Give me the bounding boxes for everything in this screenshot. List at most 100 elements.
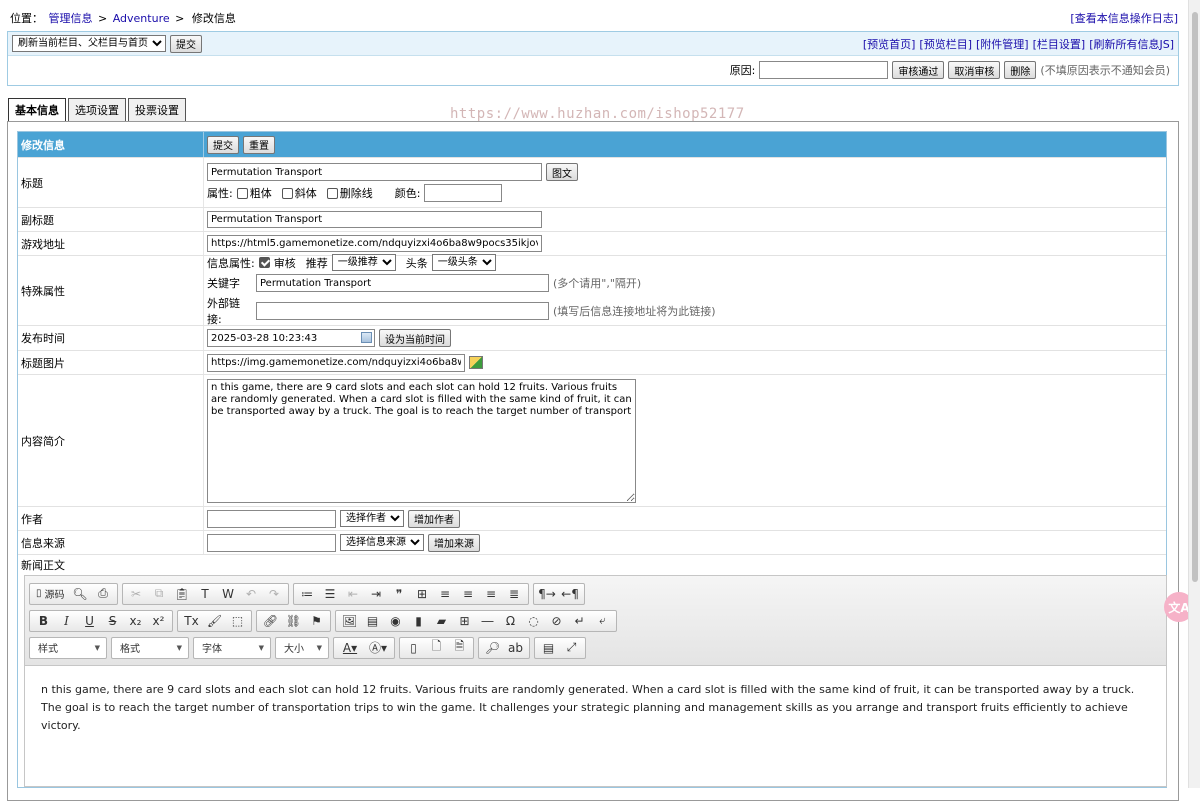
paste-text-icon[interactable]: T <box>194 584 217 604</box>
find-icon[interactable]: 🔎︎ <box>481 638 504 658</box>
italic-icon[interactable]: I <box>55 611 78 631</box>
approve-button[interactable]: 审核通过 <box>892 61 945 79</box>
add-source-button[interactable]: 增加来源 <box>428 533 480 552</box>
recommend-select[interactable]: 一级推荐 <box>331 254 396 271</box>
title-color-input[interactable] <box>424 184 503 202</box>
title-image-text-button[interactable]: 图文 <box>546 163 578 181</box>
reason-input[interactable] <box>759 61 889 79</box>
bold-icon[interactable]: B <box>32 611 55 631</box>
align-right-icon[interactable]: ≡ <box>480 584 503 604</box>
special-char-icon[interactable]: Ω <box>499 611 522 631</box>
tab-basic-info[interactable]: 基本信息 <box>8 98 66 122</box>
cut-icon[interactable]: ✂ <box>125 584 148 604</box>
game-url-input[interactable] <box>207 235 542 252</box>
scrollbar-thumb[interactable] <box>1192 12 1198 582</box>
align-left-icon[interactable]: ≡ <box>434 584 457 604</box>
numbered-list-icon[interactable]: ≔ <box>296 584 319 604</box>
insert-code-icon[interactable]: ⤶ <box>591 611 614 631</box>
new-page-icon[interactable]: 🗋︎ <box>425 638 448 658</box>
source-button[interactable]: ▯ 源码 <box>32 584 69 604</box>
blockquote-icon[interactable]: ❞ <box>388 584 411 604</box>
source-select[interactable]: 选择信息来源 <box>340 534 424 551</box>
preview-home-link[interactable]: [预览首页] <box>863 36 916 52</box>
copy-format-icon[interactable]: 🖌︎ <box>203 611 226 631</box>
styles-combo[interactable]: 样式 ▼ <box>29 636 107 659</box>
breadcrumb-root-link[interactable]: 管理信息 <box>49 12 93 25</box>
replace-icon[interactable]: ab <box>504 638 527 658</box>
review-checkbox[interactable] <box>258 257 270 268</box>
horizontal-rule-icon[interactable]: ― <box>476 611 499 631</box>
author-input[interactable] <box>207 509 336 528</box>
fullscreen-icon[interactable]: ⤢ <box>560 638 583 658</box>
text-color-icon[interactable]: A▾ <box>336 638 364 658</box>
subscript-icon[interactable]: x₂ <box>124 611 147 631</box>
image-picker-icon[interactable] <box>469 356 483 369</box>
summary-textarea[interactable]: n this game, there are 9 card slots and … <box>207 378 636 503</box>
text-ltr-icon[interactable]: ¶→ <box>536 584 559 604</box>
calendar-icon[interactable] <box>361 332 372 343</box>
refresh-submit-button[interactable]: 提交 <box>170 34 202 53</box>
bg-color-icon[interactable]: Ⓐ▾ <box>364 638 392 658</box>
preview-icon[interactable]: 🔍︎ <box>69 584 92 604</box>
editor-content[interactable]: n this game, there are 9 card slots and … <box>25 666 1166 786</box>
paste-word-icon[interactable]: W <box>217 584 240 604</box>
page-scrollbar[interactable] <box>1188 0 1200 788</box>
publish-time-input[interactable] <box>207 329 375 347</box>
title-input[interactable] <box>207 163 542 181</box>
format-combo[interactable]: 格式 ▼ <box>111 636 189 659</box>
font-combo[interactable]: 字体 ▼ <box>193 636 271 659</box>
table-icon[interactable]: ⊞ <box>453 611 476 631</box>
indent-icon[interactable]: ⇥ <box>365 584 388 604</box>
bold-checkbox[interactable] <box>236 187 248 199</box>
remove-format-icon[interactable]: Tx <box>180 611 203 631</box>
image-icon[interactable]: 🖼︎ <box>338 611 361 631</box>
title-image-input[interactable] <box>207 353 465 372</box>
keyword-input[interactable] <box>256 274 549 292</box>
add-author-button[interactable]: 增加作者 <box>408 509 460 528</box>
file-upload-icon[interactable]: ▰ <box>430 611 453 631</box>
emoticon-icon[interactable]: ◌ <box>522 611 545 631</box>
media-icon[interactable]: ◉ <box>384 611 407 631</box>
strikethrough-icon[interactable]: S <box>101 611 124 631</box>
set-current-time-button[interactable]: 设为当前时间 <box>379 329 451 347</box>
align-center-icon[interactable]: ≡ <box>457 584 480 604</box>
bullet-list-icon[interactable]: ☰ <box>319 584 342 604</box>
underline-icon[interactable]: U <box>78 611 101 631</box>
cancel-approve-button[interactable]: 取消审核 <box>948 61 1001 79</box>
copy-icon[interactable]: ⧉ <box>148 584 171 604</box>
refresh-select[interactable]: 刷新当前栏目、父栏目与首页 <box>12 35 166 52</box>
subtitle-input[interactable] <box>207 211 542 228</box>
flash-icon[interactable]: ▤ <box>361 611 384 631</box>
preview-category-link[interactable]: [预览栏目] <box>919 36 972 52</box>
redo-icon[interactable]: ↷ <box>263 584 286 604</box>
category-settings-link[interactable]: [栏目设置] <box>1033 36 1086 52</box>
delete-button[interactable]: 删除 <box>1004 61 1037 79</box>
page-break-icon[interactable]: ↵ <box>568 611 591 631</box>
maximize-doc-icon[interactable]: ▯ <box>402 638 425 658</box>
operation-log-link[interactable]: [查看本信息操作日志] <box>1070 10 1178 26</box>
show-blocks-icon[interactable]: ▤ <box>537 638 560 658</box>
external-link-input[interactable] <box>256 302 549 320</box>
form-submit-button[interactable]: 提交 <box>207 135 239 154</box>
superscript-icon[interactable]: x² <box>147 611 170 631</box>
link-icon[interactable]: 🔗︎ <box>259 611 282 631</box>
div-container-icon[interactable]: ⊞ <box>411 584 434 604</box>
refresh-all-js-link[interactable]: [刷新所有信息JS] <box>1089 36 1174 52</box>
paste-icon[interactable]: 📋︎ <box>171 584 194 604</box>
tab-options[interactable]: 选项设置 <box>68 98 126 122</box>
unlink-icon[interactable]: ⛓ <box>282 611 305 631</box>
tab-vote[interactable]: 投票设置 <box>128 98 186 122</box>
breadcrumb-category-link[interactable]: Adventure <box>113 12 170 25</box>
outdent-icon[interactable]: ⇤ <box>342 584 365 604</box>
anchor-icon[interactable]: ⚑ <box>305 611 328 631</box>
undo-icon[interactable]: ↶ <box>240 584 263 604</box>
source-input[interactable] <box>207 533 336 552</box>
size-combo[interactable]: 大小 ▼ <box>275 636 329 659</box>
select-all-icon[interactable]: ⬚ <box>226 611 249 631</box>
form-reset-button[interactable]: 重置 <box>243 135 275 154</box>
iframe-icon[interactable]: ⊘ <box>545 611 568 631</box>
text-rtl-icon[interactable]: ←¶ <box>559 584 582 604</box>
italic-checkbox[interactable] <box>281 187 293 199</box>
align-justify-icon[interactable]: ≣ <box>503 584 526 604</box>
author-select[interactable]: 选择作者 <box>340 510 404 527</box>
